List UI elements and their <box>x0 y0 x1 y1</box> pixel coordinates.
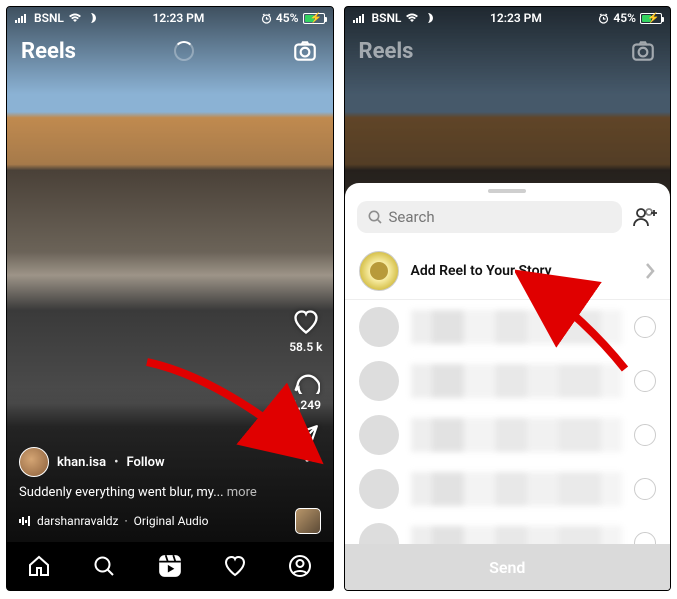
battery-pct-label: 45% <box>613 11 636 25</box>
post-meta: khan.isa • Follow Suddenly everything we… <box>19 447 321 534</box>
nav-activity-icon[interactable] <box>223 554 247 578</box>
send-label: Send <box>489 558 525 577</box>
audio-thumbnail[interactable] <box>295 508 321 534</box>
contact-name-redacted <box>411 526 623 544</box>
nav-profile-icon[interactable] <box>288 554 312 578</box>
author-avatar[interactable] <box>19 447 49 477</box>
do-not-disturb-icon <box>86 13 96 23</box>
contact-avatar <box>359 307 399 347</box>
signal-icon <box>15 13 30 23</box>
contact-avatar <box>359 361 399 401</box>
contact-select-radio[interactable] <box>634 532 656 544</box>
separator-dot: • <box>114 455 118 470</box>
phone-right-share: BSNL 12:23 PM 45% ⚡ Reels Add Reel to Yo… <box>344 6 672 591</box>
nav-home-icon[interactable] <box>27 554 51 578</box>
contact-select-radio[interactable] <box>634 370 656 392</box>
search-input[interactable] <box>389 208 613 226</box>
share-sheet: Add Reel to Your Story Send <box>345 183 671 590</box>
reels-header: Reels <box>7 31 333 71</box>
reels-header-dimmed: Reels <box>345 31 671 71</box>
caption-more-button[interactable]: more <box>227 485 257 500</box>
nav-reels-icon[interactable] <box>157 553 183 579</box>
search-input-container[interactable] <box>357 201 623 233</box>
battery-icon: ⚡ <box>303 13 325 24</box>
wifi-icon <box>68 13 82 23</box>
add-to-story-label: Add Reel to Your Story <box>411 263 633 279</box>
status-bar: BSNL 12:23 PM 45% ⚡ <box>345 7 671 29</box>
comment-button[interactable]: 1,249 <box>291 366 321 412</box>
loading-spinner-icon <box>174 41 194 61</box>
sheet-drag-handle[interactable] <box>488 189 526 193</box>
page-title: Reels <box>359 39 414 64</box>
battery-icon: ⚡ <box>640 13 662 24</box>
clock-label: 12:23 PM <box>152 11 204 25</box>
contact-name-redacted <box>411 418 623 452</box>
audio-bars-icon <box>19 515 31 527</box>
contact-row[interactable] <box>345 408 671 462</box>
nav-search-icon[interactable] <box>92 554 116 578</box>
contact-row[interactable] <box>345 300 671 354</box>
create-group-icon[interactable] <box>632 206 658 228</box>
contact-select-radio[interactable] <box>634 478 656 500</box>
clock-label: 12:23 PM <box>490 11 542 25</box>
page-title: Reels <box>21 39 76 64</box>
do-not-disturb-icon <box>423 13 433 23</box>
status-bar: BSNL 12:23 PM 45% ⚡ <box>7 7 333 29</box>
contact-select-radio[interactable] <box>634 316 656 338</box>
audio-user: darshanravaldz <box>37 514 118 528</box>
carrier-label: BSNL <box>372 11 402 25</box>
author-username[interactable]: khan.isa <box>57 455 106 470</box>
heart-icon <box>292 308 320 336</box>
contact-select-radio[interactable] <box>634 424 656 446</box>
alarm-icon <box>261 13 272 24</box>
battery-pct-label: 45% <box>276 11 299 25</box>
contact-name-redacted <box>411 472 623 506</box>
camera-icon <box>630 38 656 64</box>
contact-avatar <box>359 523 399 544</box>
search-icon <box>367 209 383 225</box>
contact-name-redacted <box>411 310 623 344</box>
wifi-icon <box>405 13 419 23</box>
action-rail: 58.5 k 1,249 <box>289 308 322 450</box>
send-button[interactable]: Send <box>345 544 671 590</box>
story-avatar-icon <box>359 251 399 291</box>
carrier-label: BSNL <box>34 11 64 25</box>
camera-icon[interactable] <box>292 38 318 64</box>
contact-row[interactable] <box>345 354 671 408</box>
contact-row[interactable] <box>345 462 671 516</box>
post-caption: Suddenly everything went blur, my... mor… <box>19 485 321 500</box>
follow-button[interactable]: Follow <box>127 455 165 470</box>
phone-left-reels: BSNL 12:23 PM 45% ⚡ Reels 58.5 k 1,249 <box>6 6 334 591</box>
add-to-story-row[interactable]: Add Reel to Your Story <box>345 243 671 300</box>
comment-count: 1,249 <box>291 398 321 412</box>
chevron-right-icon <box>644 262 656 280</box>
contact-avatar <box>359 415 399 455</box>
comment-icon <box>292 366 320 394</box>
like-button[interactable]: 58.5 k <box>289 308 322 354</box>
contacts-list[interactable] <box>345 300 671 544</box>
contact-avatar <box>359 469 399 509</box>
audio-track: Original Audio <box>134 514 209 528</box>
alarm-icon <box>598 13 609 24</box>
contact-row[interactable] <box>345 516 671 544</box>
bottom-nav <box>7 542 333 590</box>
contact-name-redacted <box>411 364 623 398</box>
signal-icon <box>353 13 368 23</box>
like-count: 58.5 k <box>289 340 322 354</box>
audio-info[interactable]: darshanravaldz · Original Audio <box>19 514 208 528</box>
